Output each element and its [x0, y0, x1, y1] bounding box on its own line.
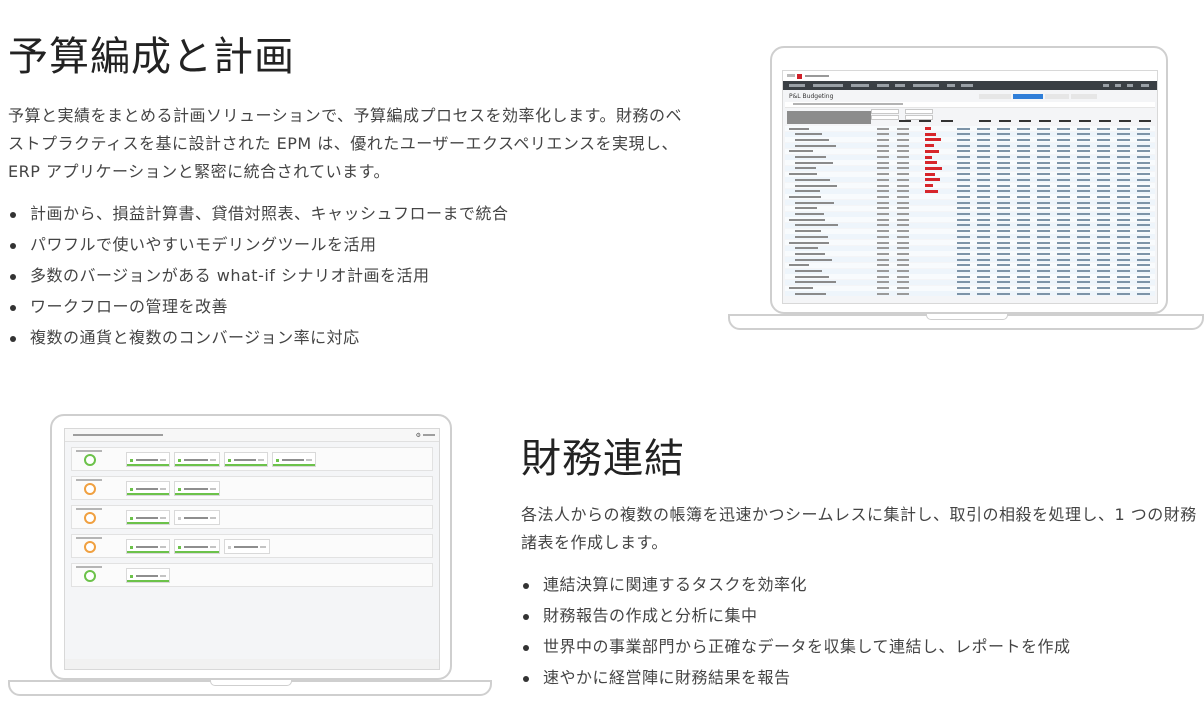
home-icon	[787, 74, 795, 77]
task-card[interactable]	[224, 539, 270, 554]
grid-row	[785, 200, 1155, 206]
app-header: ⚙	[65, 429, 439, 442]
progress-ring	[84, 483, 96, 495]
task-card[interactable]	[126, 539, 170, 554]
grid-row	[785, 183, 1155, 188]
consolidation-description: 各法人からの複数の帳簿を迅速かつシームレスに集計し、取引の相殺を処理し、1 つの…	[521, 505, 1197, 552]
task-card[interactable]	[126, 452, 170, 467]
list-item: 多数のバージョンがある what-if シナリオ計画を活用	[8, 266, 509, 286]
grid-row	[785, 131, 1155, 137]
task-card[interactable]	[174, 452, 220, 467]
budgeting-feature-list: 計画から、損益計算書、貸借対照表、キャッシュフローまで統合 パワフルで使いやすい…	[8, 204, 509, 359]
progress-ring	[84, 570, 96, 582]
grid-row	[785, 171, 1155, 177]
task-card[interactable]	[174, 510, 220, 525]
task-card[interactable]	[126, 568, 170, 583]
list-item: 速やかに経営陣に財務結果を報告	[521, 668, 1071, 688]
grid-column-headers	[871, 119, 1155, 124]
laptop-screen: ⚙	[64, 428, 440, 670]
grid-row	[785, 148, 1155, 154]
list-item: 計画から、損益計算書、貸借対照表、キャッシュフローまで統合	[8, 204, 509, 224]
task-card[interactable]	[224, 452, 268, 467]
progress-ring	[84, 454, 96, 466]
grid-row	[785, 228, 1155, 234]
app-nav-bar	[783, 81, 1157, 90]
task-card[interactable]	[272, 452, 316, 467]
grid-row	[785, 251, 1155, 257]
screen-title: P&L Budgeting	[789, 93, 834, 100]
budgeting-laptop-illustration: P&L Budgeting	[728, 46, 1204, 336]
grid-row	[785, 211, 1155, 217]
app-logo-icon	[797, 74, 802, 79]
task-card[interactable]	[126, 510, 170, 525]
workflow-row	[71, 447, 433, 471]
grid-row	[785, 126, 1155, 131]
workflow-row	[71, 476, 433, 500]
grid-row	[785, 262, 1155, 268]
year-select[interactable]	[871, 109, 899, 114]
grid-row	[785, 165, 1155, 171]
task-card[interactable]	[174, 539, 220, 554]
workflow-row	[71, 534, 433, 558]
grid-row	[785, 285, 1155, 291]
breadcrumb	[73, 434, 163, 436]
grid-row	[785, 291, 1155, 297]
grid-row	[785, 205, 1155, 211]
grid-row	[785, 177, 1155, 183]
grid-header-block	[787, 111, 871, 124]
primary-button[interactable]	[1013, 94, 1043, 99]
version-select[interactable]	[905, 109, 933, 114]
grid-row	[785, 257, 1155, 263]
list-item: ワークフローの管理を改善	[8, 297, 509, 317]
grid-row	[785, 274, 1155, 280]
breadcrumb	[785, 102, 1155, 108]
progress-ring	[84, 512, 96, 524]
grid-row	[785, 222, 1155, 228]
workflow-row	[71, 563, 433, 587]
gear-icon[interactable]: ⚙	[416, 432, 421, 439]
budgeting-heading: 予算編成と計画	[8, 34, 295, 80]
consolidation-feature-list: 連結決算に関連するタスクを効率化 財務報告の作成と分析に集中 世界中の事業部門か…	[521, 575, 1071, 699]
grid-row	[785, 194, 1155, 200]
task-card[interactable]	[174, 481, 220, 496]
grid-row	[785, 245, 1155, 251]
grid-row	[785, 240, 1155, 245]
grid-row	[785, 188, 1155, 194]
list-item: 財務報告の作成と分析に集中	[521, 606, 1071, 626]
grid-row	[785, 217, 1155, 223]
grid-row	[785, 143, 1155, 149]
grid-row	[785, 154, 1155, 160]
workflow-row	[71, 505, 433, 529]
list-item: パワフルで使いやすいモデリングツールを活用	[8, 235, 509, 255]
settings-link[interactable]	[423, 434, 435, 436]
list-item: 連結決算に関連するタスクを効率化	[521, 575, 1071, 595]
grid-row	[785, 234, 1155, 240]
grid-row	[785, 279, 1155, 285]
list-item: 複数の通貨と複数のコンバージョン率に対応	[8, 328, 509, 348]
grid-row	[785, 160, 1155, 166]
list-item: 世界中の事業部門から正確なデータを収集して連結し、レポートを作成	[521, 637, 1071, 657]
task-card[interactable]	[126, 481, 170, 496]
grid-row	[785, 268, 1155, 274]
progress-ring	[84, 541, 96, 553]
grid-row	[785, 137, 1155, 143]
consolidation-laptop-illustration: ⚙	[8, 414, 492, 702]
laptop-screen: P&L Budgeting	[782, 70, 1158, 304]
budgeting-description: 予算と実績をまとめる計画ソリューションで、予算編成プロセスを効率化します。財務の…	[8, 106, 682, 181]
consolidation-heading: 財務連結	[521, 436, 685, 482]
